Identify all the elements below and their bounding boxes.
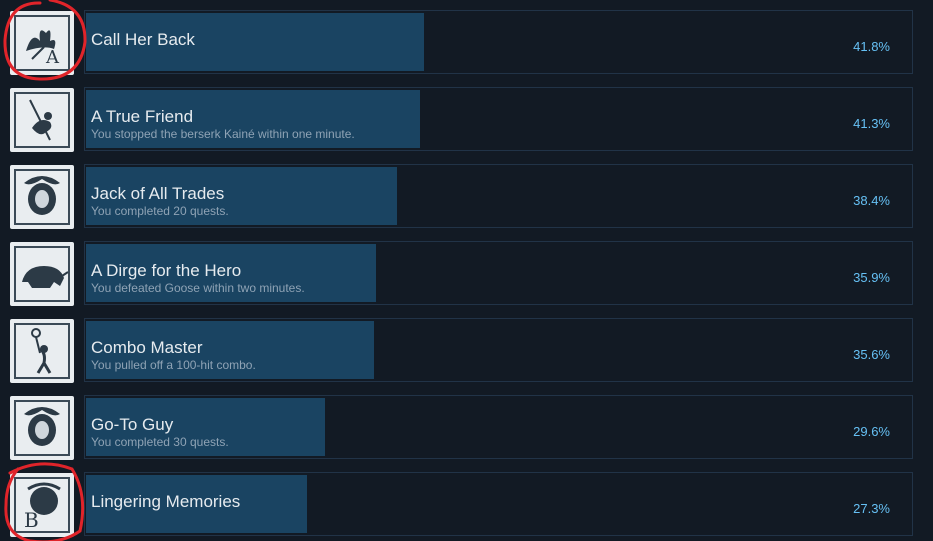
achievement-title: Lingering Memories xyxy=(91,492,241,511)
achievement-percent: 38.4% xyxy=(853,193,890,208)
achievement-description: You completed 20 quests. xyxy=(91,204,229,218)
achievement-row[interactable]: B Lingering Memories 27.3% xyxy=(0,472,933,537)
boar-icon xyxy=(10,242,74,306)
achievement-description: You stopped the berserk Kainé within one… xyxy=(91,127,355,141)
achievement-percent: 41.3% xyxy=(853,116,890,131)
achievement-percent: 41.8% xyxy=(853,39,890,54)
lily-a-icon: A xyxy=(10,11,74,75)
achievement-panel: Go-To Guy You completed 30 quests. 29.6% xyxy=(84,395,913,459)
achievement-row[interactable]: A True Friend You stopped the berserk Ka… xyxy=(0,87,933,152)
achievement-row[interactable]: Combo Master You pulled off a 100-hit co… xyxy=(0,318,933,383)
achievement-percent: 27.3% xyxy=(853,501,890,516)
achievement-panel: Call Her Back 41.8% xyxy=(84,10,913,74)
achievement-description: You pulled off a 100-hit combo. xyxy=(91,358,256,372)
ornate-crest-icon xyxy=(10,165,74,229)
achievement-list: A Call Her Back 41.8% A True Friend You … xyxy=(0,0,933,541)
achievement-panel: Lingering Memories 27.3% xyxy=(84,472,913,536)
achievement-title: A True Friend xyxy=(91,107,194,126)
svg-text:A: A xyxy=(45,47,60,68)
ornate-crest-icon xyxy=(10,396,74,460)
achievement-panel: A True Friend You stopped the berserk Ka… xyxy=(84,87,913,151)
achievement-panel: Jack of All Trades You completed 20 ques… xyxy=(84,164,913,228)
achievement-percent: 35.6% xyxy=(853,347,890,362)
achievement-panel: A Dirge for the Hero You defeated Goose … xyxy=(84,241,913,305)
achievement-percent: 29.6% xyxy=(853,424,890,439)
achievement-title: Combo Master xyxy=(91,338,203,357)
achievement-row[interactable]: A Dirge for the Hero You defeated Goose … xyxy=(0,241,933,306)
achievement-title: A Dirge for the Hero xyxy=(91,261,242,280)
achievement-title: Go-To Guy xyxy=(91,415,174,434)
achievement-panel: Combo Master You pulled off a 100-hit co… xyxy=(84,318,913,382)
achievement-row[interactable]: A Call Her Back 41.8% xyxy=(0,10,933,75)
achievement-title: Call Her Back xyxy=(91,30,195,49)
achievement-description: You defeated Goose within two minutes. xyxy=(91,281,305,295)
achievement-percent: 35.9% xyxy=(853,270,890,285)
swordswoman-icon xyxy=(10,88,74,152)
achievement-description: You completed 30 quests. xyxy=(91,435,229,449)
staff-fighter-icon xyxy=(10,319,74,383)
achievement-row[interactable]: Go-To Guy You completed 30 quests. 29.6% xyxy=(0,395,933,460)
svg-text:B: B xyxy=(24,508,39,532)
achievement-row[interactable]: Jack of All Trades You completed 20 ques… xyxy=(0,164,933,229)
crest-b-icon: B xyxy=(10,473,74,537)
achievement-title: Jack of All Trades xyxy=(91,184,225,203)
